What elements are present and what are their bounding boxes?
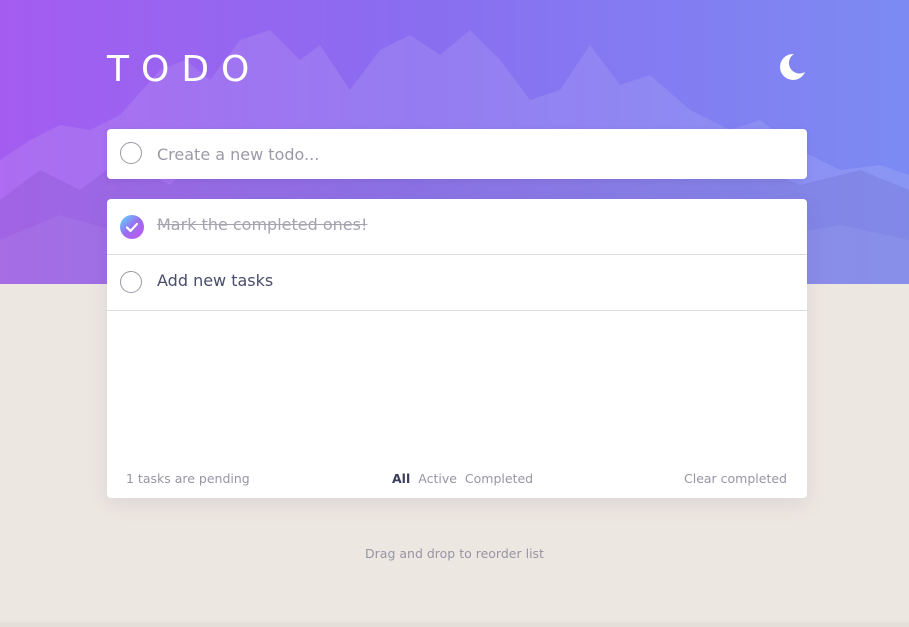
- todo-checkbox[interactable]: [120, 271, 142, 293]
- todo-item[interactable]: Mark the completed ones!: [107, 199, 807, 255]
- create-todo-box: [107, 129, 807, 179]
- bottom-divider: [0, 622, 909, 627]
- filter-completed[interactable]: Completed: [465, 471, 533, 486]
- filter-all[interactable]: All: [392, 471, 410, 486]
- app-title: TODO: [107, 49, 262, 90]
- todo-checkbox-checked[interactable]: [120, 215, 144, 239]
- create-todo-circle[interactable]: [120, 142, 142, 164]
- theme-toggle-button[interactable]: [774, 50, 808, 84]
- moon-icon: [780, 53, 805, 80]
- drag-hint: Drag and drop to reorder list: [365, 546, 544, 561]
- filter-group: All Active Completed: [392, 470, 541, 488]
- todo-item[interactable]: Add new tasks: [107, 255, 807, 311]
- clear-completed-button[interactable]: Clear completed: [684, 470, 787, 488]
- todo-list: Mark the completed ones! Add new tasks 1…: [107, 199, 807, 498]
- todo-item-text: Mark the completed ones!: [157, 215, 368, 234]
- filter-active[interactable]: Active: [418, 471, 457, 486]
- check-icon: [125, 222, 139, 233]
- create-todo-input[interactable]: [157, 137, 787, 171]
- todo-item-text: Add new tasks: [157, 271, 274, 290]
- pending-count: 1 tasks are pending: [126, 471, 250, 486]
